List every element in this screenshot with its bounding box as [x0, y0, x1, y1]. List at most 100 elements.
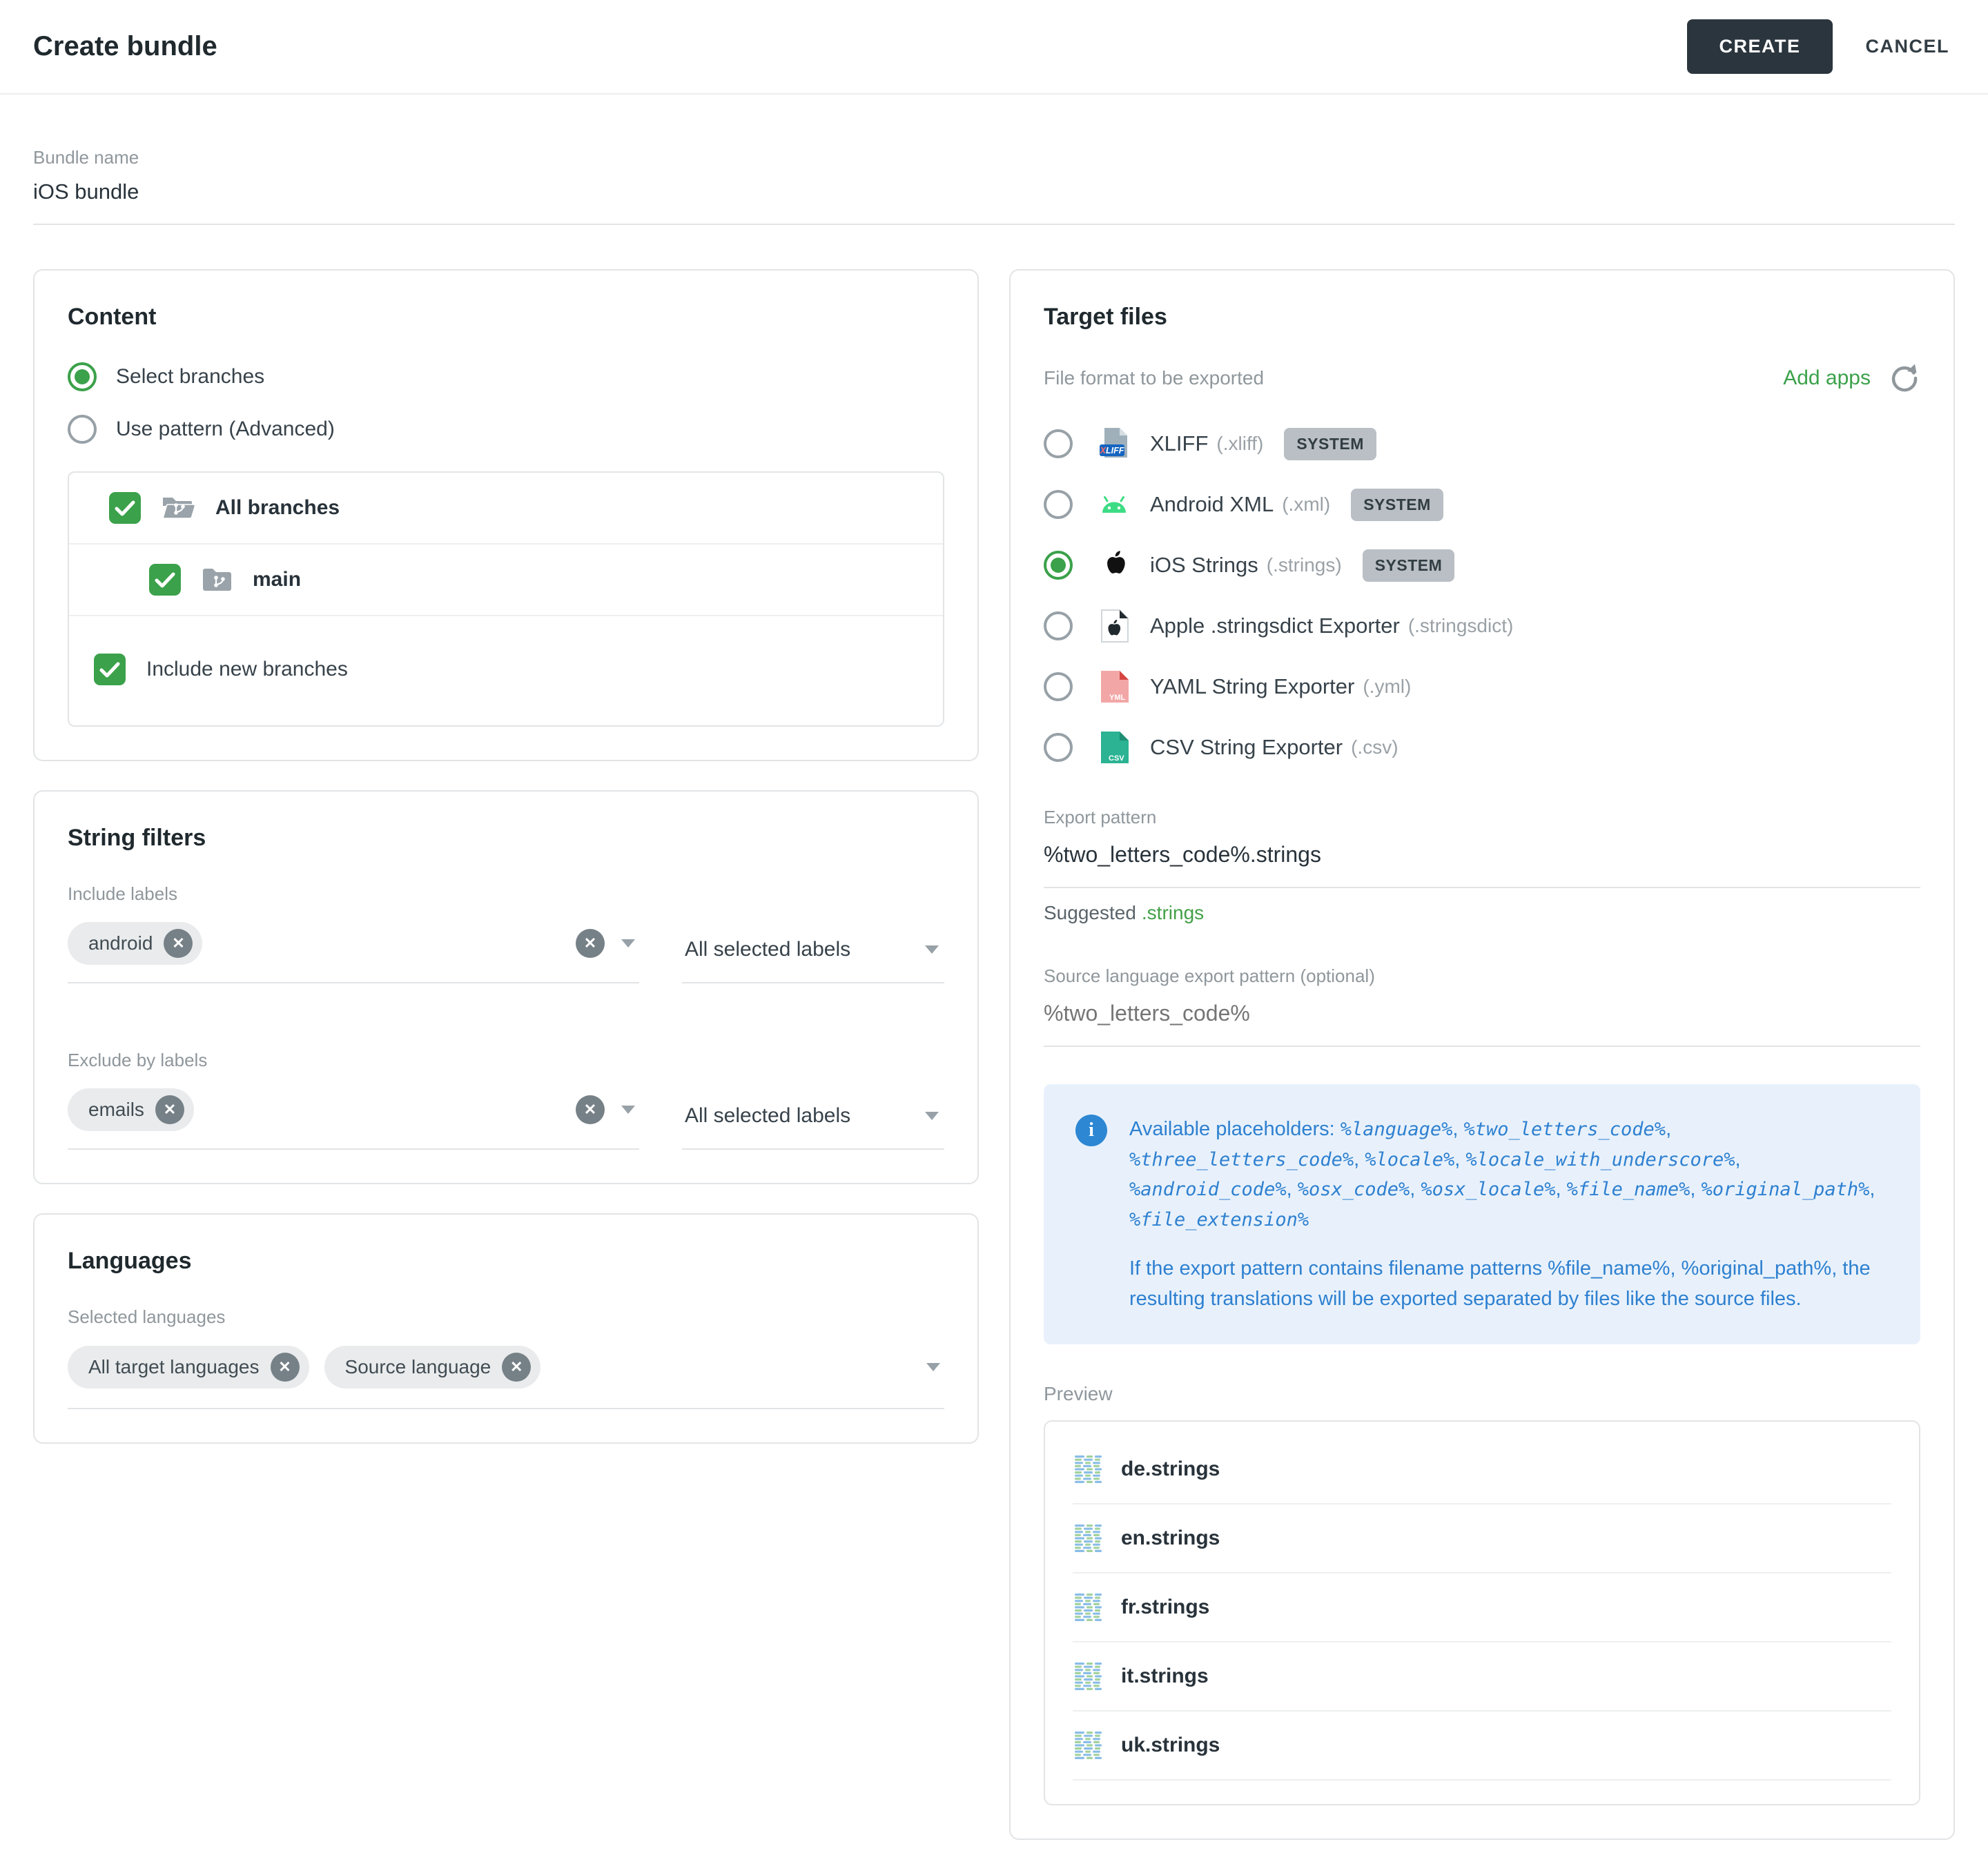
branches-box: All branches main Include new branches [68, 471, 944, 727]
left-column: Content Select branchesUse pattern (Adva… [33, 269, 979, 1444]
exclude-labels-group: Exclude by labels emails✕ ✕ All selected… [68, 1050, 944, 1150]
preview-file-row: uk.strings [1073, 1712, 1891, 1781]
apple-icon [1096, 549, 1132, 582]
content-card: Content Select branchesUse pattern (Adva… [33, 269, 979, 761]
format-extension: (.stringsdict) [1408, 615, 1513, 637]
info-icon: i [1075, 1115, 1107, 1146]
suggested-label: Suggested [1044, 902, 1136, 923]
format-extension: (.xml) [1282, 493, 1330, 516]
suggested-extension-link[interactable]: .strings [1142, 902, 1204, 923]
languages-title: Languages [68, 1248, 944, 1275]
clear-exclude-labels-icon[interactable]: ✕ [576, 1095, 605, 1124]
file-format-list: XLIFFXLIFF(.xliff)SYSTEMAndroid XML(.xml… [1044, 413, 1920, 778]
export-pattern-input[interactable] [1044, 842, 1920, 867]
preview-file-row: fr.strings [1073, 1573, 1891, 1642]
chevron-down-icon[interactable] [621, 939, 635, 948]
string-filters-title: String filters [68, 825, 944, 852]
branch-name: main [253, 568, 301, 591]
radio-selected-icon[interactable] [68, 362, 97, 391]
format-radio[interactable] [1044, 733, 1073, 762]
add-apps-link[interactable]: Add apps [1783, 366, 1871, 390]
file-format-row[interactable]: iOS Strings(.strings)SYSTEM [1044, 535, 1920, 596]
include-labels-mode-select[interactable]: All selected labels [682, 938, 944, 983]
branch-checkbox[interactable] [109, 492, 141, 524]
open-folder-branch-icon [162, 493, 196, 522]
refresh-icon[interactable] [1889, 362, 1920, 394]
label-chip: android✕ [68, 922, 202, 965]
source-pattern-input[interactable] [1044, 1001, 1920, 1026]
bundle-name-label: Bundle name [33, 147, 1955, 168]
preview-file-row: en.strings [1073, 1504, 1891, 1573]
preview-file-list: de.stringsen.stringsfr.stringsit.strings… [1044, 1420, 1920, 1805]
preview-file-name: it.strings [1121, 1665, 1209, 1688]
svg-text:YML: YML [1109, 694, 1126, 702]
page-title: Create bundle [33, 31, 217, 62]
right-column: Target files File format to be exported … [1009, 269, 1955, 1840]
chevron-down-icon [925, 945, 939, 954]
format-extension: (.csv) [1351, 736, 1398, 758]
format-name: YAML String Exporter [1150, 674, 1354, 699]
strings-file-icon [1073, 1660, 1103, 1692]
yaml-file-icon: YML [1096, 670, 1132, 703]
label-chip: emails✕ [68, 1088, 194, 1131]
file-format-row[interactable]: CSVCSV String Exporter(.csv) [1044, 717, 1920, 778]
format-radio[interactable] [1044, 490, 1073, 519]
preview-file-name: en.strings [1121, 1527, 1220, 1550]
format-radio[interactable] [1044, 611, 1073, 640]
include-labels-field[interactable]: android✕ ✕ [68, 920, 639, 983]
radio-label: Use pattern (Advanced) [116, 418, 335, 441]
remove-chip-icon[interactable]: ✕ [164, 929, 193, 958]
branch-checkbox[interactable] [149, 564, 181, 596]
system-badge: SYSTEM [1363, 549, 1455, 582]
languages-card: Languages Selected languages All target … [33, 1213, 979, 1444]
strings-file-icon [1073, 1522, 1103, 1554]
file-format-row[interactable]: XLIFFXLIFF(.xliff)SYSTEM [1044, 413, 1920, 474]
strings-file-icon [1073, 1591, 1103, 1623]
include-labels-group: Include labels android✕ ✕ All selected l… [68, 883, 944, 983]
stringsdict-file-icon [1096, 609, 1132, 643]
remove-chip-icon[interactable]: ✕ [155, 1095, 184, 1124]
format-name: CSV String Exporter [1150, 735, 1343, 760]
exclude-labels-mode-select[interactable]: All selected labels [682, 1104, 944, 1150]
create-button[interactable]: CREATE [1687, 19, 1832, 74]
system-badge: SYSTEM [1351, 489, 1443, 521]
format-name: Apple .stringsdict Exporter [1150, 614, 1400, 638]
file-format-label: File format to be exported [1044, 367, 1264, 389]
format-radio[interactable] [1044, 429, 1073, 458]
exclude-labels-field[interactable]: emails✕ ✕ [68, 1086, 639, 1150]
preview-file-row: it.strings [1073, 1642, 1891, 1712]
branch-mode-radio-1[interactable]: Use pattern (Advanced) [68, 415, 944, 444]
branch-row[interactable]: main [69, 545, 943, 616]
chevron-down-icon[interactable] [621, 1106, 635, 1114]
selected-languages-field[interactable]: All target languages✕ Source language✕ [68, 1343, 944, 1409]
format-radio[interactable] [1044, 672, 1073, 701]
available-placeholders-text: Available placeholders: %language%, %two… [1129, 1115, 1889, 1235]
svg-text:XLIFF: XLIFF [1100, 446, 1124, 455]
radio-label: Select branches [116, 365, 264, 389]
exclude-labels-label: Exclude by labels [68, 1050, 639, 1071]
format-radio[interactable] [1044, 551, 1073, 580]
remove-chip-icon[interactable]: ✕ [271, 1353, 300, 1382]
file-format-row[interactable]: YMLYAML String Exporter(.yml) [1044, 656, 1920, 717]
clear-include-labels-icon[interactable]: ✕ [576, 929, 605, 958]
radio-unselected-icon[interactable] [68, 415, 97, 444]
target-files-title: Target files [1044, 304, 1920, 331]
file-format-row[interactable]: Android XML(.xml)SYSTEM [1044, 474, 1920, 535]
label-chip: All target languages✕ [68, 1346, 309, 1389]
cancel-button[interactable]: CANCEL [1866, 36, 1950, 57]
branch-name: All branches [215, 496, 340, 520]
include-new-branches-row[interactable]: Include new branches [69, 616, 943, 725]
chevron-down-icon[interactable] [926, 1363, 940, 1371]
strings-file-icon [1073, 1729, 1103, 1761]
include-new-branches-checkbox[interactable] [94, 654, 126, 685]
branch-row[interactable]: All branches [69, 473, 943, 545]
file-format-row[interactable]: Apple .stringsdict Exporter (.stringsdict… [1044, 596, 1920, 656]
branch-mode-radios: Select branches Use pattern (Advanced) [68, 362, 944, 444]
label-chip: Source language✕ [324, 1346, 541, 1389]
branch-mode-radio-0[interactable]: Select branches [68, 362, 944, 391]
include-labels-label: Include labels [68, 883, 639, 905]
format-name: XLIFF [1150, 431, 1208, 456]
remove-chip-icon[interactable]: ✕ [502, 1353, 531, 1382]
check-icon [94, 654, 126, 685]
bundle-name-input[interactable] [33, 179, 1955, 204]
